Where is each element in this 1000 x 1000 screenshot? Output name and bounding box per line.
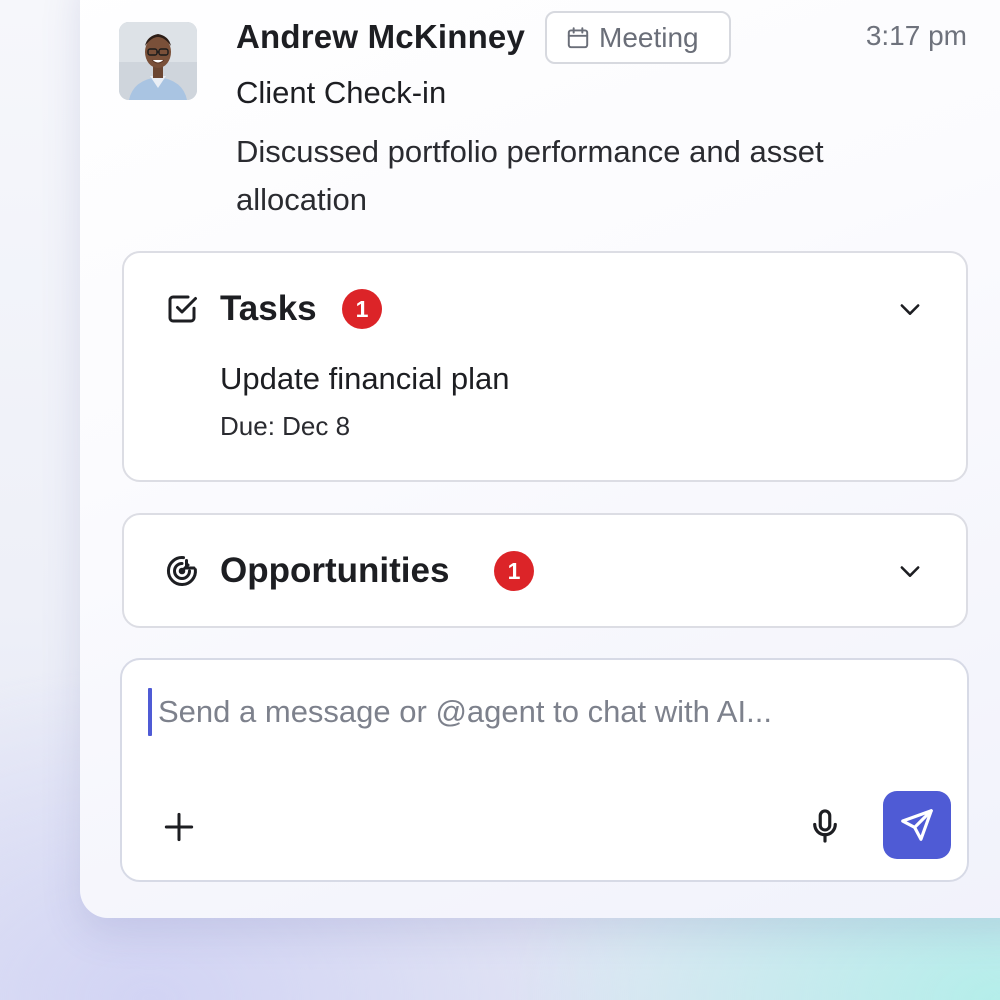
send-button[interactable]	[883, 791, 951, 859]
avatar[interactable]	[119, 22, 197, 100]
tasks-title: Tasks	[220, 289, 317, 328]
target-icon	[167, 556, 197, 586]
message-time: 3:17 pm	[865, 20, 967, 51]
meeting-type-label: Meeting	[599, 21, 699, 53]
message-summary: Discussed portfolio performance and asse…	[236, 134, 824, 217]
text-caret	[148, 688, 152, 736]
message-input[interactable]	[158, 686, 918, 738]
message-subject: Client Check-in	[236, 75, 447, 110]
tasks-count-badge: 1	[342, 289, 382, 329]
chevron-down-icon[interactable]	[896, 295, 924, 323]
message-composer	[120, 658, 969, 882]
task-due-date: Due: Dec 8	[220, 411, 351, 441]
calendar-icon	[567, 26, 589, 48]
meeting-type-chip[interactable]: Meeting	[545, 11, 731, 64]
plus-icon[interactable]	[160, 808, 198, 846]
send-icon	[901, 809, 933, 841]
avatar-image	[119, 22, 197, 100]
opportunities-title: Opportunities	[220, 551, 450, 590]
microphone-icon[interactable]	[806, 806, 844, 846]
task-title[interactable]: Update financial plan	[220, 361, 510, 397]
opportunities-card[interactable]: Opportunities 1	[122, 513, 968, 628]
opportunities-count-badge: 1	[494, 551, 534, 591]
checkbox-icon	[168, 295, 197, 323]
tasks-card[interactable]: Tasks 1 Update financial plan Due: Dec 8	[122, 251, 968, 482]
chevron-down-icon[interactable]	[896, 557, 924, 585]
sender-name: Andrew McKinney	[236, 18, 526, 55]
